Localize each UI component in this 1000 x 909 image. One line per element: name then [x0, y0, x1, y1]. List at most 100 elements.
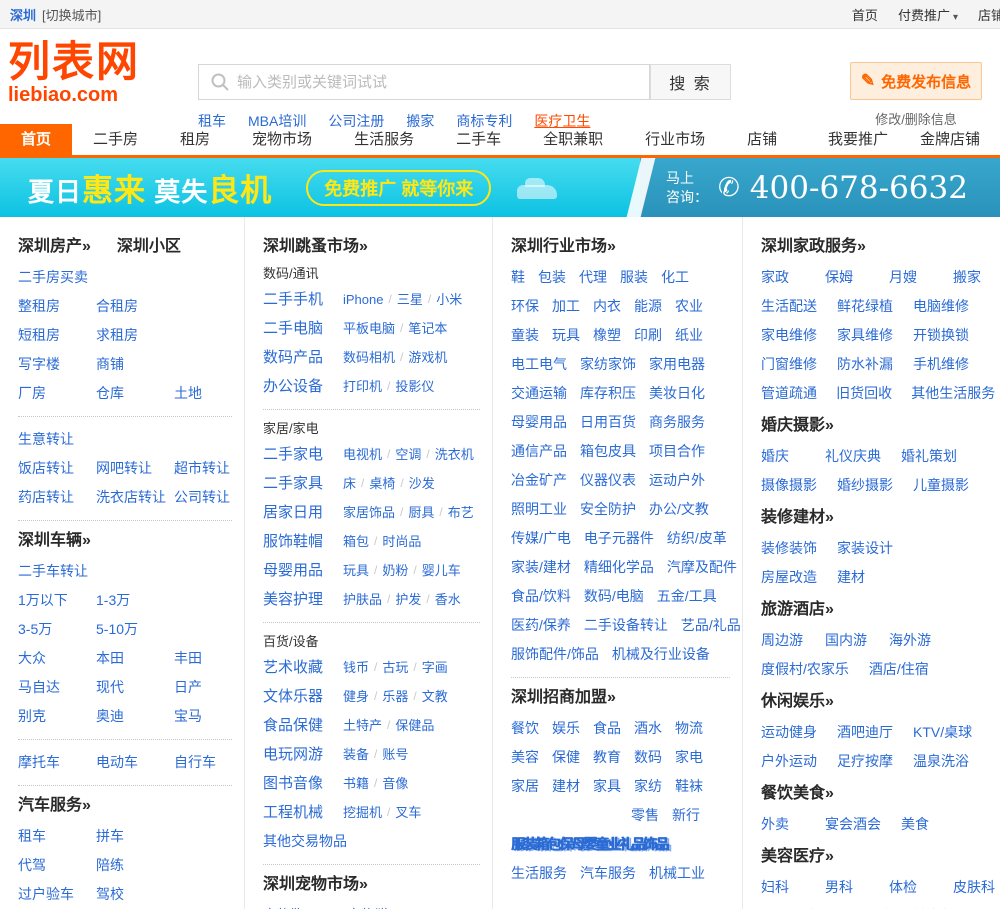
category-link[interactable]: 搬家 — [953, 263, 997, 292]
topbar-link[interactable]: 首页 — [852, 5, 878, 24]
category-link[interactable]: 二手电脑 — [263, 314, 331, 343]
category-link[interactable]: 自行车 — [174, 748, 238, 777]
category-link[interactable]: 母婴用品 — [511, 408, 567, 437]
category-link[interactable]: 租车 — [18, 822, 82, 851]
category-link[interactable]: 大众 — [18, 644, 82, 673]
category-link[interactable]: 家装/建材 — [511, 553, 571, 582]
category-link[interactable]: 加工 — [552, 292, 580, 321]
category-link[interactable]: 土特产 — [343, 711, 382, 740]
category-link[interactable]: 饭店转让 — [18, 454, 82, 483]
category-link[interactable]: 美食 — [901, 810, 945, 839]
category-link[interactable]: 床 — [343, 469, 356, 498]
category-link[interactable]: 运动户外 — [649, 466, 705, 495]
category-link[interactable]: 生活配送 — [761, 292, 817, 321]
category-link[interactable]: 交通运输 — [511, 379, 567, 408]
category-link[interactable]: 图书音像 — [263, 769, 331, 798]
category-link[interactable]: 时尚品 — [382, 527, 421, 556]
category-link[interactable]: 电子元器件 — [584, 524, 654, 553]
category-link[interactable]: 冶金矿产 — [511, 466, 567, 495]
category-link[interactable]: 笔记本 — [408, 314, 447, 343]
category-link[interactable]: 拼车 — [96, 822, 160, 851]
category-link[interactable]: 男科 — [825, 873, 869, 902]
category-link[interactable]: 音像 — [382, 769, 408, 798]
logo[interactable]: 列表网 liebiao.com — [8, 41, 140, 105]
category-link[interactable]: 厨具 — [408, 498, 434, 527]
category-link[interactable]: 汽摩及配件 — [667, 553, 737, 582]
search-input[interactable] — [237, 66, 649, 98]
category-link[interactable]: 合租房 — [96, 292, 160, 321]
category-link[interactable]: 婚礼策划 — [901, 442, 957, 471]
category-link[interactable]: 儿童摄影 — [913, 471, 969, 500]
category-link[interactable]: 物流 — [675, 714, 703, 743]
category-link[interactable]: 仪器仪表 — [580, 466, 636, 495]
category-link[interactable]: 新行 — [672, 801, 700, 830]
category-link[interactable]: 本田 — [96, 644, 160, 673]
category-link[interactable]: 代驾 — [18, 851, 82, 880]
category-link[interactable]: 沙发 — [409, 469, 435, 498]
category-link[interactable]: 商务服务 — [649, 408, 705, 437]
category-link[interactable]: 零售 — [631, 801, 659, 830]
section-header-link[interactable]: 深圳家政服务» — [761, 238, 866, 255]
category-link[interactable]: 公司转让 — [174, 483, 238, 512]
category-link[interactable]: 土地 — [174, 379, 238, 408]
section-header-link[interactable]: 汽车服务» — [18, 797, 91, 814]
category-link[interactable]: 童装 — [511, 321, 539, 350]
category-link[interactable]: 电脑维修 — [913, 292, 969, 321]
category-link[interactable]: 传媒/广电 — [511, 524, 571, 553]
category-link[interactable]: 钱币 — [343, 653, 369, 682]
category-link[interactable]: 库存积压 — [580, 379, 636, 408]
category-link[interactable]: 手机维修 — [913, 350, 969, 379]
category-link[interactable]: 箱包皮具 — [580, 437, 636, 466]
category-link[interactable]: 文体乐器 — [263, 682, 331, 711]
category-link[interactable]: 度假村/农家乐 — [761, 655, 849, 684]
category-link[interactable]: 数码相机 — [343, 343, 395, 372]
category-link[interactable]: 二手设备转让 — [584, 611, 668, 640]
category-link[interactable]: 外卖 — [761, 810, 805, 839]
category-link[interactable]: 其他生活服务 — [911, 379, 994, 408]
category-link[interactable]: 家居饰品 — [343, 498, 395, 527]
category-link[interactable]: 居家日用 — [263, 498, 331, 527]
category-link[interactable]: 餐饮 — [511, 714, 539, 743]
category-link[interactable]: 投影仪 — [395, 372, 434, 401]
category-link[interactable]: 纺织/皮革 — [667, 524, 727, 553]
category-link[interactable]: 食品 — [593, 714, 621, 743]
category-link[interactable]: 保姆 — [825, 263, 869, 292]
category-link[interactable]: 房屋改造 — [761, 563, 817, 592]
category-link[interactable]: 家纺家饰 — [580, 350, 636, 379]
category-link[interactable]: 美容 — [511, 743, 539, 772]
category-link[interactable]: 皮肤科 — [953, 873, 997, 902]
category-link[interactable]: 5-10万 — [96, 615, 160, 644]
category-link[interactable]: 日用百货 — [580, 408, 636, 437]
category-link[interactable]: 管道疏通 — [761, 379, 816, 408]
category-link[interactable]: 二手房买卖 — [18, 263, 88, 292]
category-link[interactable]: 运动健身 — [761, 718, 817, 747]
category-link[interactable]: 项目合作 — [649, 437, 705, 466]
category-link[interactable]: 能源 — [634, 292, 662, 321]
category-link[interactable]: iPhone — [343, 285, 383, 314]
category-link[interactable]: 食品保健 — [263, 711, 331, 740]
category-link[interactable]: 网吧转让 — [96, 454, 160, 483]
category-link[interactable]: 酒店/住宿 — [869, 655, 929, 684]
category-link[interactable]: 奥迪 — [96, 702, 160, 731]
category-link[interactable]: 娱乐 — [552, 714, 580, 743]
category-link[interactable]: 医药/保养 — [511, 611, 571, 640]
category-link[interactable]: 机械工业 — [649, 859, 705, 888]
category-link[interactable]: 商铺 — [96, 350, 160, 379]
category-link[interactable]: 通信产品 — [511, 437, 567, 466]
category-link[interactable]: 数码 — [634, 743, 662, 772]
category-link[interactable]: 机械及行业设备 — [612, 640, 710, 669]
category-link[interactable]: 化工 — [661, 263, 689, 292]
category-link[interactable]: 保健品 — [395, 711, 434, 740]
hot-link[interactable]: 商标专利 — [456, 111, 512, 131]
section-header-link[interactable]: 旅游酒店» — [761, 601, 834, 618]
hot-link[interactable]: 公司注册 — [328, 111, 384, 131]
category-link[interactable]: 办公/文教 — [649, 495, 709, 524]
category-link[interactable]: 丰田 — [174, 644, 238, 673]
category-link[interactable]: 门窗维修 — [761, 350, 817, 379]
category-link[interactable]: 生意转让 — [18, 425, 82, 454]
category-link[interactable]: 叉车 — [395, 798, 421, 827]
hot-link[interactable]: 搬家 — [406, 111, 434, 131]
nav-link-我要推广[interactable]: 我要推广 — [816, 124, 900, 155]
category-link[interactable]: 日产 — [174, 673, 238, 702]
category-link[interactable]: 海外游 — [889, 626, 933, 655]
